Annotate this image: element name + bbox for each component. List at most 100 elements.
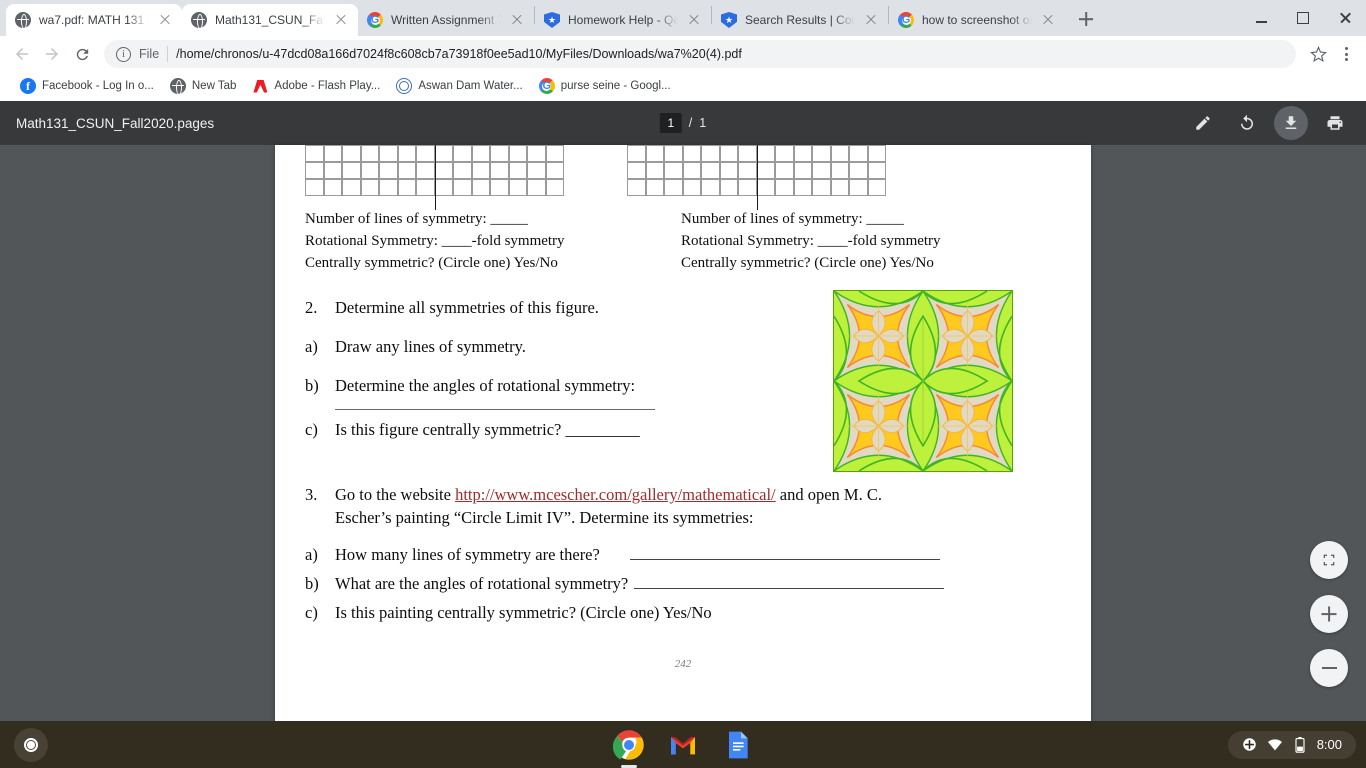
tab-close-icon[interactable]	[333, 12, 349, 28]
question-3: 3. Go to the website http://www.mcescher…	[305, 483, 1061, 624]
bookmark-item-adobe[interactable]: Adobe - Flash Play...	[244, 75, 388, 97]
grid-cell	[379, 145, 398, 162]
grid-cell	[849, 179, 868, 196]
address-bar[interactable]: i File /home/chronos/u-47dcd08a166d7024f…	[104, 40, 1296, 68]
bookmark-label: New Tab	[191, 80, 237, 92]
grid-cell	[490, 179, 509, 196]
mcescher-link[interactable]: http://www.mcescher.com/gallery/mathemat…	[455, 485, 776, 504]
google-docs-app-icon[interactable]	[721, 729, 753, 761]
part-label: c)	[305, 603, 318, 622]
question-number: 3.	[305, 485, 318, 504]
grid-cell	[812, 145, 831, 162]
grid-cell	[830, 162, 849, 179]
browser-tab-1[interactable]: Math131_CSUN_Fall202	[182, 4, 358, 36]
grid-cell	[701, 162, 720, 179]
grid-cell	[508, 179, 527, 196]
adobe-icon	[252, 78, 269, 94]
grid-cell	[323, 145, 342, 162]
battery-icon[interactable]	[1292, 736, 1308, 753]
grid-cell	[305, 145, 324, 162]
download-icon[interactable]	[1274, 106, 1308, 140]
grid-cell	[379, 179, 398, 196]
grid-cell	[738, 179, 757, 196]
tab-close-icon[interactable]	[863, 12, 879, 28]
launcher-button[interactable]	[14, 727, 48, 762]
grid-cell	[849, 162, 868, 179]
launcher-icon	[24, 737, 38, 752]
grid-cell	[490, 162, 509, 179]
grid-cell	[360, 162, 379, 179]
pdf-zoom-controls	[1310, 541, 1348, 687]
grid-cell	[775, 179, 794, 196]
part-text-label: What are the angles of rotational symmet…	[335, 574, 629, 593]
bookmark-item-purse-seine[interactable]: G purse seine - Googl...	[531, 75, 679, 97]
reload-button[interactable]	[68, 40, 96, 68]
grid-cell	[682, 179, 701, 196]
system-tray[interactable]: 8:00	[1227, 730, 1356, 759]
info-icon[interactable]: i	[116, 46, 131, 62]
page-separator: /	[688, 116, 693, 130]
grid-cell	[812, 179, 831, 196]
bookmark-item-facebook[interactable]: f Facebook - Log In o...	[12, 75, 162, 97]
browser-tab-2[interactable]: G Written Assignment 7: D	[358, 4, 534, 36]
bookmarks-bar: f Facebook - Log In o... New Tab Adobe -…	[0, 72, 1366, 101]
tab-close-icon[interactable]	[509, 12, 525, 28]
grid-cell	[664, 179, 683, 196]
gmail-app-icon[interactable]	[667, 729, 699, 761]
part-label: b)	[305, 376, 319, 395]
print-icon[interactable]	[1318, 106, 1352, 140]
grid-cell	[849, 145, 868, 162]
annotate-pencil-icon[interactable]	[1186, 106, 1220, 140]
grid-cell	[434, 179, 453, 196]
grid-cell	[397, 162, 416, 179]
grid-cell	[775, 162, 794, 179]
grid-figure-left	[305, 145, 564, 210]
app-running-indicator	[621, 765, 637, 768]
zoom-in-button[interactable]	[1310, 595, 1348, 633]
google-icon: G	[898, 12, 914, 28]
browser-tab-3[interactable]: Homework Help - Q&A fr	[535, 4, 711, 36]
zoom-out-button[interactable]	[1310, 649, 1348, 687]
bookmark-label: purse seine - Googl...	[560, 80, 671, 92]
browser-toolbar: i File /home/chronos/u-47dcd08a166d7024f…	[0, 36, 1366, 72]
bookmark-item-aswan-dam[interactable]: Aswan Dam Water...	[388, 75, 530, 97]
tab-close-icon[interactable]	[1040, 12, 1056, 28]
grid-cell	[379, 162, 398, 179]
browser-tab-0[interactable]: wa7.pdf: MATH 131 MAT	[6, 4, 182, 36]
omnibox-url-text[interactable]: /home/chronos/u-47dcd08a166d7024f8c608cb…	[176, 47, 1284, 61]
grid-cell	[508, 162, 527, 179]
page-number-input[interactable]: 1	[659, 113, 682, 133]
forward-button[interactable]	[38, 40, 66, 68]
grid-cell	[453, 162, 472, 179]
document-page-number: 242	[674, 658, 692, 670]
close-window-button[interactable]	[1324, 1, 1366, 35]
tab-close-icon[interactable]	[157, 12, 173, 28]
new-tab-button[interactable]	[1072, 5, 1100, 33]
tab-close-icon[interactable]	[686, 12, 702, 28]
chrome-menu-button[interactable]	[1334, 42, 1358, 66]
grid-cell	[360, 179, 379, 196]
chrome-app-icon[interactable]	[612, 729, 645, 768]
fit-to-page-button[interactable]	[1310, 541, 1348, 579]
rotate-icon[interactable]	[1230, 106, 1264, 140]
grid-cell	[471, 162, 490, 179]
pdf-toolbar: Math131_CSUN_Fall2020.pages 1 / 1	[0, 101, 1366, 145]
total-pages-label: 1	[699, 116, 707, 130]
caption-rotational-symmetry: Rotational Symmetry: ____-fold symmetry	[681, 233, 941, 249]
maximize-window-button[interactable]	[1282, 1, 1324, 35]
wifi-icon[interactable]	[1267, 737, 1283, 753]
grid-cell	[701, 145, 720, 162]
grid-cell	[701, 179, 720, 196]
accessibility-icon[interactable]	[1242, 737, 1258, 753]
back-button[interactable]	[8, 40, 36, 68]
bookmark-star-icon[interactable]	[1304, 40, 1332, 68]
grid-captions-row: Number of lines of symmetry: _____ Rotat…	[305, 208, 1061, 274]
bookmark-item-new-tab[interactable]: New Tab	[162, 75, 245, 97]
bookmark-label: Adobe - Flash Play...	[274, 80, 381, 92]
question-3-text-after-link: and open M. C.	[775, 485, 882, 504]
coursehero-shield-icon	[544, 12, 560, 28]
minimize-window-button[interactable]	[1240, 1, 1282, 35]
pdf-scroll-area[interactable]: Number of lines of symmetry: _____ Rotat…	[0, 145, 1366, 721]
browser-tab-4[interactable]: Search Results | Course	[712, 4, 888, 36]
browser-tab-5[interactable]: G how to screenshot on ch	[889, 4, 1065, 36]
